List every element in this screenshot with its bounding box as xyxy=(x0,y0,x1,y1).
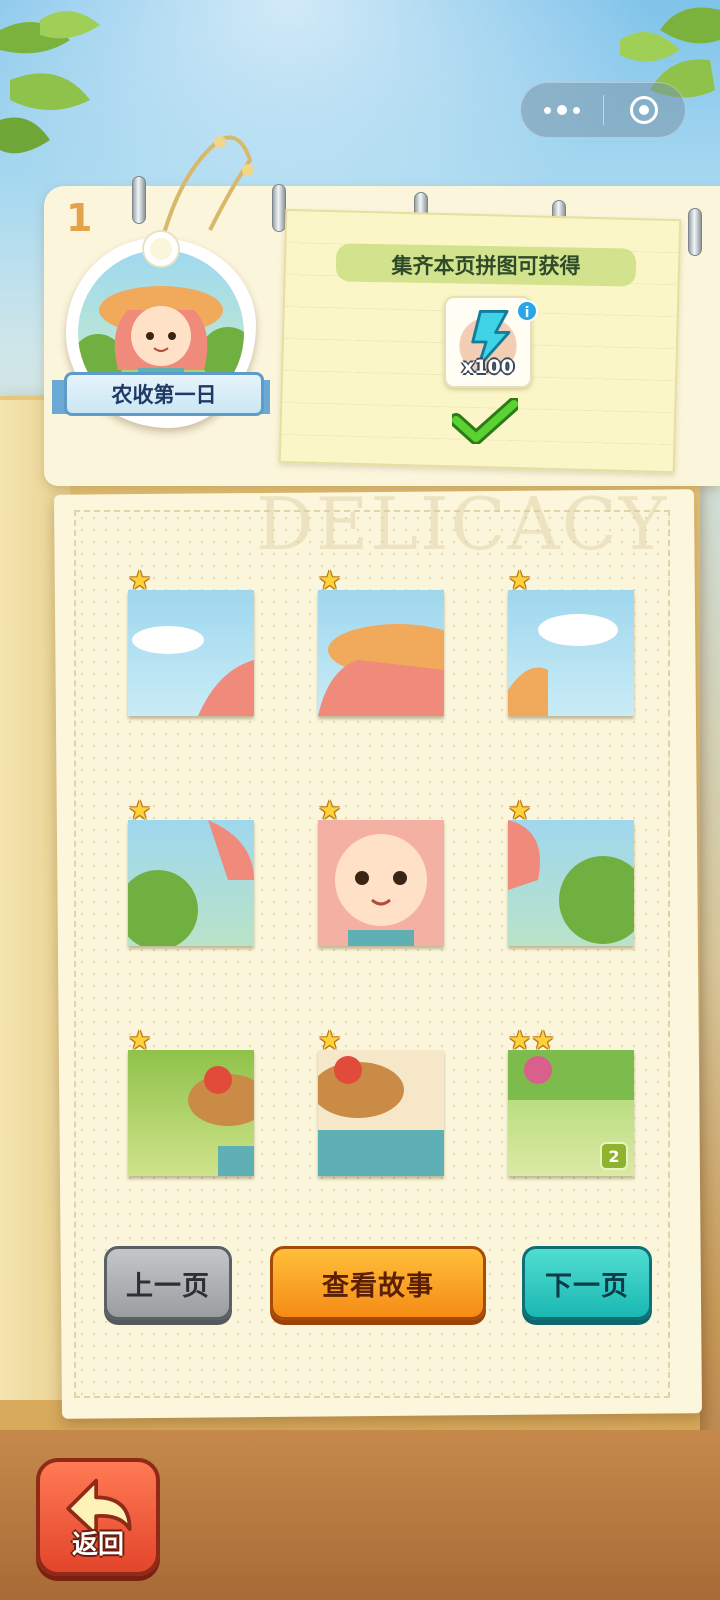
puzzle-piece[interactable]: ★ xyxy=(128,1028,254,1176)
star-icon: ★★ xyxy=(508,1026,555,1056)
piece-count-badge: 2 xyxy=(600,1142,628,1170)
star-icon: ★ xyxy=(128,796,152,826)
puzzle-piece[interactable]: ★ xyxy=(128,568,254,716)
puzzle-piece[interactable]: ★ xyxy=(318,568,444,716)
chapter-badge[interactable]: 农收第一日 xyxy=(52,228,270,448)
mini-program-capsule xyxy=(520,82,686,138)
puzzle-piece[interactable]: ★ xyxy=(318,798,444,946)
reward-title: 集齐本页拼图可获得 xyxy=(391,254,581,278)
badge-hole xyxy=(144,232,178,266)
star-icon: ★ xyxy=(508,796,532,826)
binder-ring-icon xyxy=(688,208,702,256)
puzzle-piece[interactable]: ★ xyxy=(508,798,634,946)
puzzle-piece[interactable]: ★ xyxy=(318,1028,444,1176)
star-icon: ★ xyxy=(128,1026,152,1056)
info-icon[interactable]: i xyxy=(516,300,538,322)
page-watermark: DELICACY xyxy=(256,482,669,566)
star-icon: ★ xyxy=(128,566,152,596)
binder-ring-icon xyxy=(132,176,146,224)
star-icon: ★ xyxy=(318,796,342,826)
puzzle-piece[interactable]: ★ xyxy=(508,568,634,716)
prev-page-button[interactable]: 上一页 xyxy=(104,1246,232,1320)
green-check-icon xyxy=(452,398,518,444)
star-icon: ★ xyxy=(318,1026,342,1056)
back-label: 返回 xyxy=(71,1530,124,1560)
more-dots-icon[interactable] xyxy=(521,82,603,138)
star-icon: ★ xyxy=(318,566,342,596)
binder-ring-icon xyxy=(272,184,286,232)
reward-count: x100 xyxy=(462,356,514,378)
star-icon: ★ xyxy=(508,566,532,596)
chapter-title: 农收第一日 xyxy=(64,372,264,416)
view-story-button[interactable]: 查看故事 xyxy=(270,1246,486,1320)
puzzle-piece[interactable]: ★★ 2 xyxy=(508,1028,634,1176)
leaves-decoration-left xyxy=(0,11,100,154)
puzzle-piece[interactable]: ★ xyxy=(128,798,254,946)
next-page-button[interactable]: 下一页 xyxy=(522,1246,652,1320)
target-ring-icon[interactable] xyxy=(604,82,686,138)
